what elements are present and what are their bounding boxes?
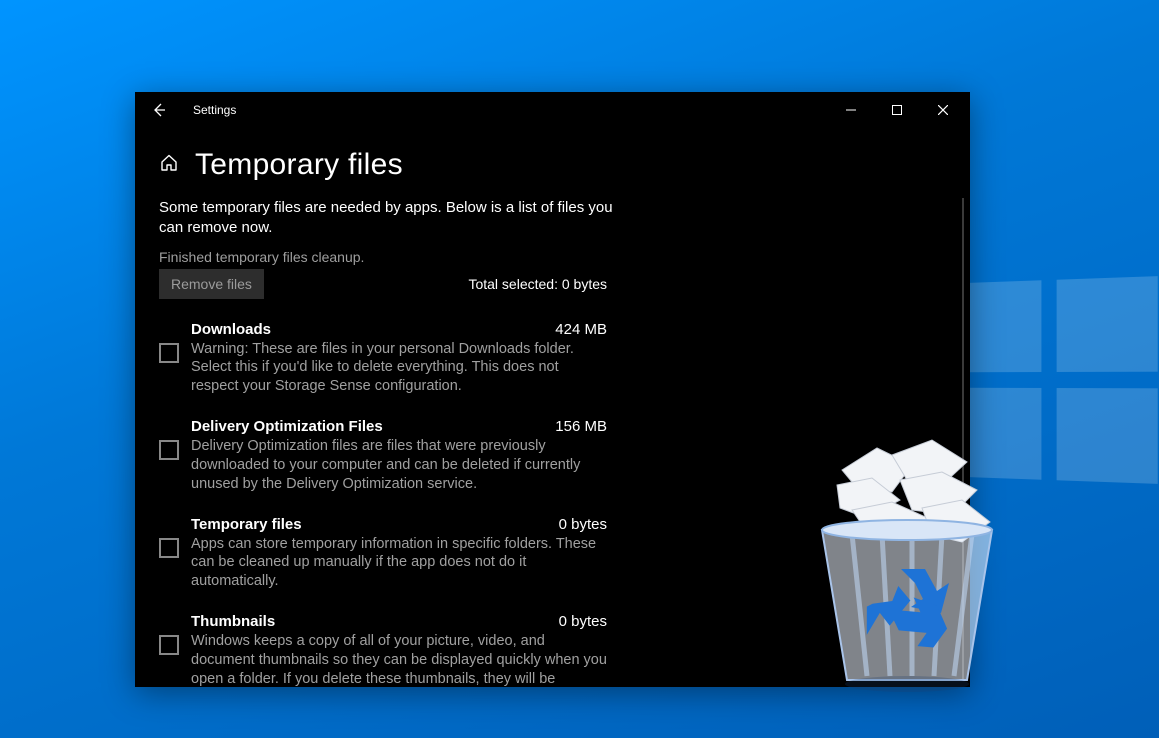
home-icon[interactable] [159,153,179,178]
intro-text: Some temporary files are needed by apps.… [159,198,614,239]
page-title: Temporary files [195,148,403,182]
item-title: Temporary files [191,516,302,533]
item-title: Downloads [191,321,271,338]
item-desc: Delivery Optimization files are files th… [191,437,607,494]
item-desc: Warning: These are files in your persona… [191,340,607,397]
close-icon [938,105,948,115]
item-size: 0 bytes [559,516,607,533]
minimize-icon [846,105,856,115]
item-title: Thumbnails [191,613,275,630]
item-size: 424 MB [555,321,607,338]
checkbox-thumbnails[interactable] [159,635,179,655]
item-title: Delivery Optimization Files [191,418,383,435]
titlebar: Settings [135,92,970,128]
status-text: Finished temporary files cleanup. [159,249,946,265]
maximize-button[interactable] [874,94,920,126]
item-downloads: Downloads 424 MB Warning: These are file… [159,321,607,397]
checkbox-downloads[interactable] [159,343,179,363]
item-delivery-optimization: Delivery Optimization Files 156 MB Deliv… [159,418,607,494]
item-thumbnails: Thumbnails 0 bytes Windows keeps a copy … [159,613,607,687]
remove-files-button[interactable]: Remove files [159,269,264,299]
maximize-icon [892,105,902,115]
item-size: 156 MB [555,418,607,435]
item-temporary-files: Temporary files 0 bytes Apps can store t… [159,516,607,592]
close-button[interactable] [920,94,966,126]
item-desc: Windows keeps a copy of all of your pict… [191,632,607,687]
item-size: 0 bytes [559,613,607,630]
app-title: Settings [193,103,236,117]
checkbox-temporary-files[interactable] [159,538,179,558]
recycle-bin-icon [782,430,1032,700]
minimize-button[interactable] [828,94,874,126]
action-row: Remove files Total selected: 0 bytes [159,269,607,299]
total-selected: Total selected: 0 bytes [468,276,607,292]
items-list: Downloads 424 MB Warning: These are file… [159,321,607,688]
item-desc: Apps can store temporary information in … [191,535,607,592]
checkbox-delivery-optimization[interactable] [159,440,179,460]
back-button[interactable] [151,102,187,118]
back-arrow-icon [151,102,167,118]
page-header: Temporary files [135,128,970,192]
